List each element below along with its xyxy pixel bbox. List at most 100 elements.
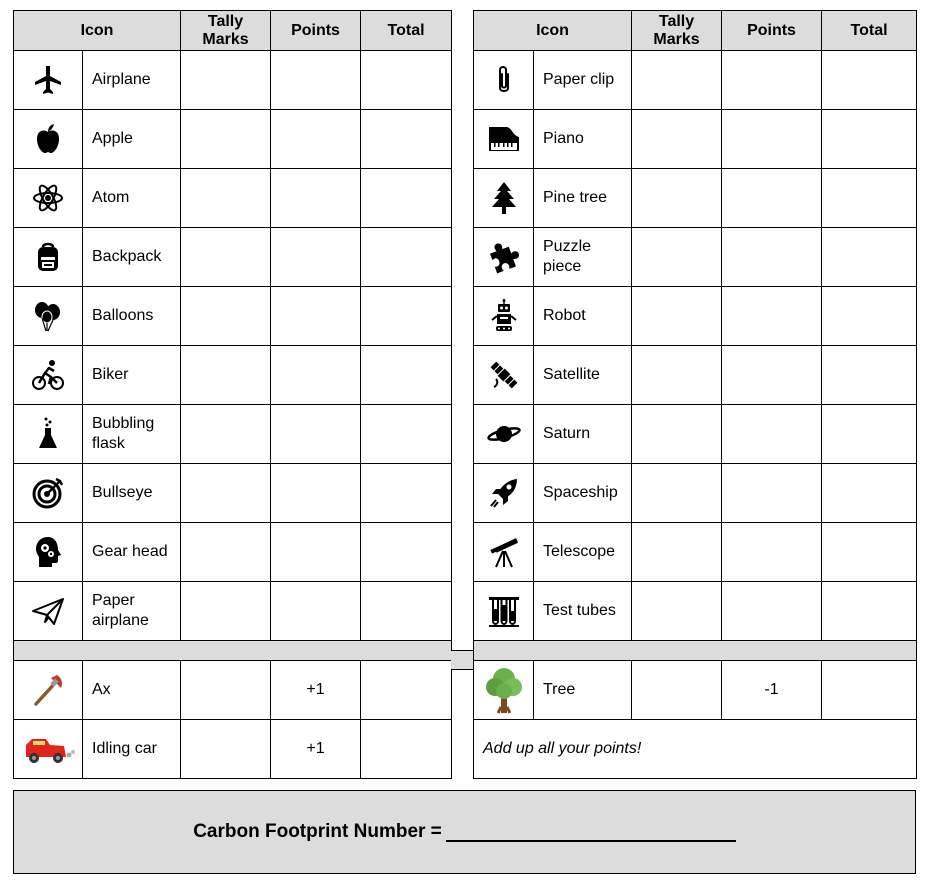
total-cell[interactable] [360,345,453,405]
tally-cell[interactable] [631,168,723,228]
points-cell[interactable] [721,109,823,169]
points-cell[interactable] [721,168,823,228]
points-cell[interactable] [721,345,823,405]
total-cell[interactable] [821,522,918,582]
item-label: Ax [81,660,182,720]
item-label: Backpack [81,227,182,287]
tally-cell[interactable] [180,719,272,779]
tally-cell[interactable] [180,109,272,169]
tally-cell[interactable] [180,50,272,110]
total-cell[interactable] [360,719,453,779]
item-label: Balloons [81,286,182,346]
table-row: Gear head [13,522,453,582]
total-cell[interactable] [360,227,453,287]
icon-column-header: Icon [12,10,182,51]
points-cell[interactable] [721,227,823,287]
points-cell[interactable] [270,50,362,110]
total-cell[interactable] [821,404,918,464]
tally-cell[interactable] [631,581,723,641]
points-cell[interactable] [270,345,362,405]
table-row: Test tubes [473,581,918,641]
table-row: Piano [473,109,918,169]
points-cell[interactable] [721,404,823,464]
total-cell[interactable] [360,109,453,169]
separator-gap [451,650,473,670]
points-cell[interactable] [721,286,823,346]
total-cell[interactable] [360,404,453,464]
item-label: Saturn [532,404,633,464]
total-cell[interactable] [360,168,453,228]
tally-cell[interactable] [631,522,723,582]
carbon-footprint-label: Carbon Footprint Number = [193,821,442,842]
item-label: Gear head [81,522,182,582]
points-cell[interactable] [270,522,362,582]
total-cell[interactable] [821,227,918,287]
tally-column-header: Tally Marks [631,10,723,51]
tally-header-line2: Marks [653,30,700,48]
atom-icon [33,184,63,212]
total-cell[interactable] [821,581,918,641]
points-value: +1 [270,719,362,779]
tally-cell[interactable] [631,109,723,169]
tally-cell[interactable] [180,463,272,523]
total-cell[interactable] [360,50,453,110]
points-cell[interactable] [270,109,362,169]
total-cell[interactable] [821,660,918,720]
instruction-note: Add up all your points! [472,719,918,779]
satellite-icon [490,361,517,389]
saturn-icon [486,426,521,442]
points-cell[interactable] [721,522,823,582]
tally-cell[interactable] [180,404,272,464]
tally-cell[interactable] [180,345,272,405]
total-cell[interactable] [360,463,453,523]
right-tally-table: Icon Tally Marks Points Total Paper clip … [472,10,918,779]
total-cell[interactable] [821,463,918,523]
total-cell[interactable] [821,286,918,346]
points-value: +1 [270,660,362,720]
table-row: Apple [13,109,453,169]
tally-cell[interactable] [180,168,272,228]
total-cell[interactable] [360,522,453,582]
tally-cell[interactable] [631,660,723,720]
item-label: Test tubes [532,581,633,641]
points-cell[interactable] [270,463,362,523]
tally-cell[interactable] [631,50,723,110]
points-cell[interactable] [270,227,362,287]
points-cell[interactable] [270,404,362,464]
points-cell[interactable] [721,581,823,641]
item-label: Pine tree [532,168,633,228]
total-cell[interactable] [360,581,453,641]
tally-cell[interactable] [631,463,723,523]
carbon-footprint-answer-line[interactable] [445,822,736,842]
points-cell[interactable] [721,463,823,523]
points-cell[interactable] [721,50,823,110]
tally-cell[interactable] [180,660,272,720]
pine-tree-icon [491,182,516,214]
total-cell[interactable] [821,109,918,169]
tally-cell[interactable] [631,227,723,287]
left-tally-table: Icon Tally Marks Points Total Airplane Ap… [12,10,453,779]
tally-cell[interactable] [631,404,723,464]
puzzle-piece-icon [489,243,519,274]
tally-cell[interactable] [631,286,723,346]
total-cell[interactable] [821,345,918,405]
item-label: Robot [532,286,633,346]
points-cell[interactable] [270,581,362,641]
tally-cell[interactable] [631,345,723,405]
piano-icon [488,127,519,151]
total-cell[interactable] [821,168,918,228]
points-cell[interactable] [270,168,362,228]
total-cell[interactable] [360,286,453,346]
tally-cell[interactable] [180,286,272,346]
airplane-icon [35,66,61,94]
tally-cell[interactable] [180,522,272,582]
total-cell[interactable] [821,50,918,110]
tally-cell[interactable] [180,581,272,641]
tally-cell[interactable] [180,227,272,287]
item-label: Bubbling flask [81,404,182,464]
points-cell[interactable] [270,286,362,346]
item-label: Puzzle piece [532,227,633,287]
table-row: Robot [473,286,918,346]
telescope-icon [489,538,518,568]
total-cell[interactable] [360,660,453,720]
